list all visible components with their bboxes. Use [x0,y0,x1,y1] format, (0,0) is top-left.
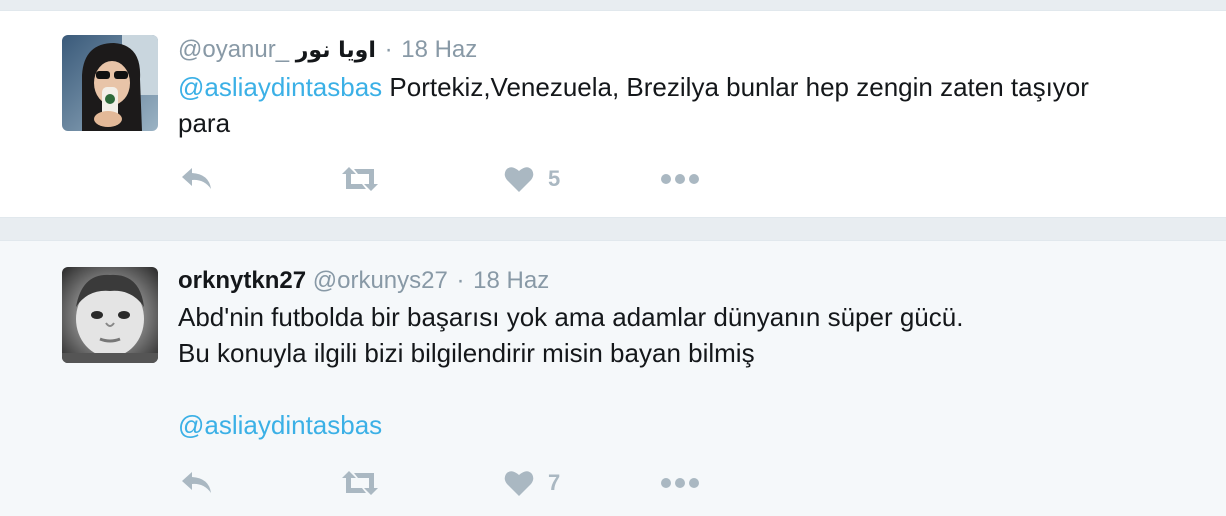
reply-button[interactable] [180,463,214,503]
retweet-icon [342,167,378,191]
more-icon [661,478,699,488]
retweet-icon [342,471,378,495]
tweet-text-line: Portekiz,Venezuela, Brezilya bunlar hep … [382,72,1089,102]
tweet-timestamp[interactable]: 18 Haz [401,36,477,63]
more-button[interactable] [660,463,700,503]
like-count: 7 [548,470,561,495]
display-name[interactable]: orknytkn27 [178,267,306,294]
mention-link[interactable]: @asliaydintasbas [178,410,382,440]
more-button[interactable] [660,159,700,199]
display-name[interactable]: اويا نور [296,38,376,63]
tweet-text-line: Abd'nin futbolda bir başarısı yok ama ad… [178,302,964,332]
tweet-text: @asliaydintasbas Portekiz,Venezuela, Bre… [178,69,1166,141]
heart-icon [504,167,534,192]
user-handle[interactable]: @orkunys27 [313,267,448,294]
tweet-text: Abd'nin futbolda bir başarısı yok ama ad… [178,299,1166,443]
tweet[interactable]: orknytkn27 @orkunys27 · 18 Haz Abd'nin f… [0,240,1226,516]
like-button[interactable]: 7 [504,463,560,503]
tweet-header: @oyanur_ اويا نور · 18 Haz [178,34,1166,67]
tweet-timestamp[interactable]: 18 Haz [473,267,549,294]
tweet-text-line: para [178,108,231,138]
separator: · [384,36,393,63]
reply-icon [182,472,211,493]
tweet-text-line: Bu konuyla ilgili bizi bilgilendirir mis… [178,338,755,368]
retweet-button[interactable] [340,159,380,199]
avatar[interactable] [62,267,158,363]
tweet-actions: 5 [178,159,738,199]
reply-button[interactable] [180,159,214,199]
tweet-header: orknytkn27 @orkunys27 · 18 Haz [178,265,1166,297]
tweet[interactable]: @oyanur_ اويا نور · 18 Haz @asliaydintas… [0,10,1226,218]
avatar[interactable] [62,35,158,131]
more-icon [661,174,699,184]
separator: · [456,267,465,294]
retweet-button[interactable] [340,463,380,503]
like-count: 5 [548,166,561,191]
like-button[interactable]: 5 [504,159,560,199]
mention-link[interactable]: @asliaydintasbas [178,72,382,102]
tweet-actions: 7 [178,463,738,503]
user-handle[interactable]: @oyanur_ [178,36,289,63]
reply-icon [182,168,211,189]
heart-icon [504,471,534,496]
